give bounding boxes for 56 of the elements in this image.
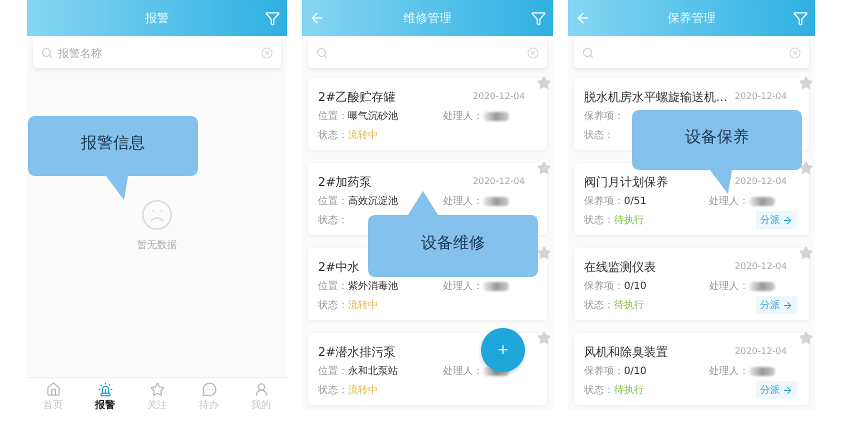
card-date: 2020-12-04 bbox=[734, 92, 787, 102]
field-label: 位置： bbox=[318, 280, 348, 293]
empty-text: 暂无数据 bbox=[137, 238, 177, 252]
handler-label: 处理人： bbox=[443, 364, 483, 378]
status-label: 状态： bbox=[318, 128, 348, 142]
status-label: 状态： bbox=[584, 384, 614, 397]
card-date: 2020-12-04 bbox=[472, 92, 525, 102]
card-date: 2020-12-04 bbox=[734, 177, 787, 187]
handler-label: 处理人： bbox=[443, 194, 483, 208]
field-value: 曝气沉砂池 bbox=[348, 110, 398, 123]
field-label: 保养项： bbox=[584, 364, 624, 378]
card-title: 风机和除臭装置 bbox=[584, 344, 668, 360]
card-title: 脱水机房水平螺旋输送机... bbox=[584, 88, 728, 106]
field-label: 位置： bbox=[318, 110, 348, 123]
card-title: 2#潜水排污泵 bbox=[318, 344, 396, 360]
field-value: 0/10 bbox=[624, 280, 646, 292]
handler-label: 处理人： bbox=[709, 364, 749, 378]
page-title: 维修管理 bbox=[404, 10, 452, 26]
field-label: 位置： bbox=[318, 364, 348, 378]
field-value: 0/10 bbox=[624, 366, 646, 376]
callout-text: 设备保养 bbox=[685, 127, 749, 148]
field-value: 高效沉淀池 bbox=[348, 194, 398, 208]
card-date: 2020-12-04 bbox=[734, 347, 787, 357]
page-title: 报警 bbox=[145, 10, 169, 26]
field-label: 位置： bbox=[318, 194, 348, 208]
status-value: 流转中 bbox=[348, 298, 378, 312]
field-label: 保养项： bbox=[584, 110, 624, 123]
handler-label: 处理人： bbox=[709, 194, 749, 208]
status-label: 状态： bbox=[318, 214, 348, 227]
status-label: 状态： bbox=[584, 128, 614, 142]
status-value: 待执行 bbox=[614, 298, 644, 312]
field-label: 保养项： bbox=[584, 194, 624, 208]
field-value: 0/51 bbox=[624, 196, 646, 206]
handler-label: 处理人： bbox=[443, 280, 483, 293]
status-label: 状态： bbox=[318, 384, 348, 397]
status-value: 流转中 bbox=[348, 384, 378, 397]
card-title: 2#中水 bbox=[318, 258, 360, 276]
card-title: 2#乙酸贮存罐 bbox=[318, 88, 396, 106]
status-label: 状态： bbox=[584, 214, 614, 227]
card-title: 阀门月计划保养 bbox=[584, 174, 668, 190]
page-title: 保养管理 bbox=[668, 10, 716, 26]
handler-label: 处理人： bbox=[443, 110, 483, 123]
status-label: 状态： bbox=[584, 298, 614, 312]
handler-label: 处理人： bbox=[709, 280, 749, 293]
callout-text: 报警信息 bbox=[81, 133, 145, 154]
field-label: 保养项： bbox=[584, 280, 624, 293]
status-value: 待执行 bbox=[614, 384, 644, 397]
status-label: 状态： bbox=[318, 298, 348, 312]
card-title: 在线监测仪表 bbox=[584, 258, 656, 276]
field-value: 永和北泵站 bbox=[348, 364, 398, 378]
status-value: 待执行 bbox=[614, 214, 644, 227]
card-date: 2020-12-04 bbox=[472, 177, 525, 187]
card-title: 2#加药泵 bbox=[318, 174, 372, 190]
field-value: 紫外消毒池 bbox=[348, 280, 398, 293]
card-date: 2020-12-04 bbox=[734, 262, 787, 272]
status-value: 流转中 bbox=[348, 128, 378, 142]
